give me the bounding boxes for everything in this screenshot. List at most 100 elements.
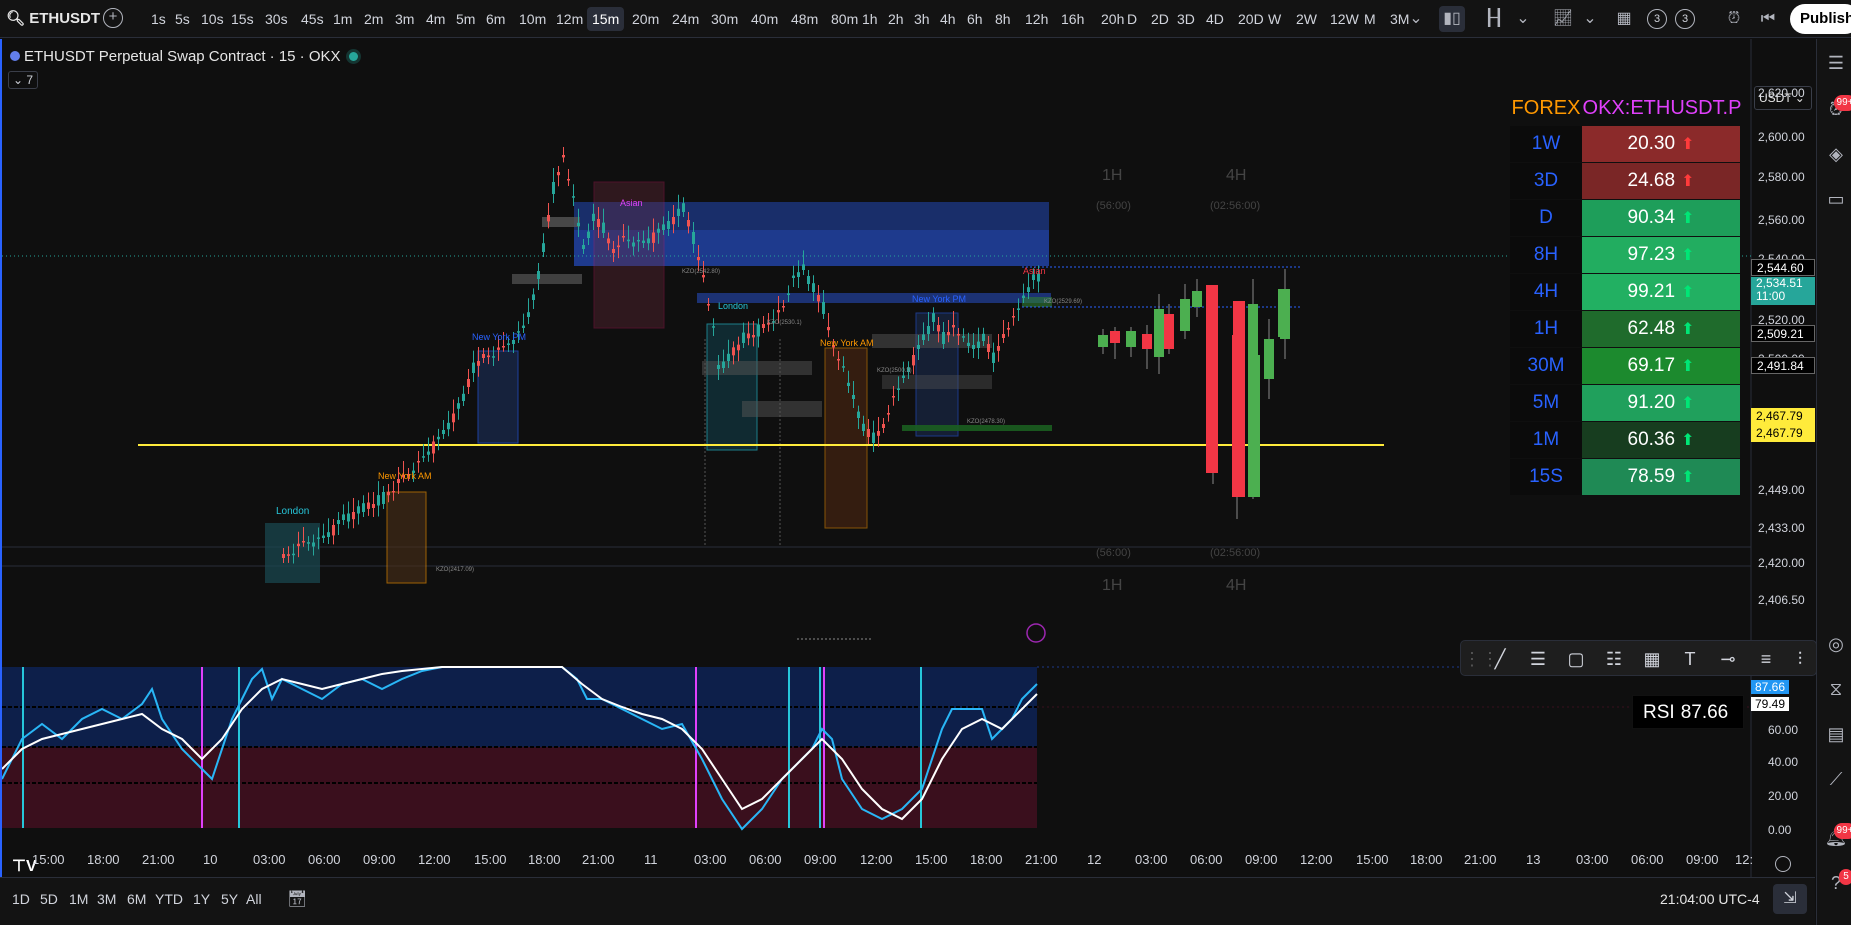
interval-5m[interactable]: 5m: [451, 7, 480, 31]
interval-1h[interactable]: 1h: [857, 7, 883, 31]
indicators-dropdown-icon[interactable]: ⌄: [1577, 6, 1603, 32]
interval-W[interactable]: W: [1263, 7, 1286, 31]
interval-2m[interactable]: 2m: [359, 7, 388, 31]
interval-2W[interactable]: 2W: [1291, 7, 1322, 31]
interval-12W[interactable]: 12W: [1325, 7, 1364, 31]
screener-icon[interactable]: ⧖: [1824, 679, 1848, 703]
replay-icon[interactable]: ⏮: [1755, 6, 1781, 32]
htf-candle-body: [1192, 291, 1202, 307]
alert-clock-icon[interactable]: ⏰︎: [1721, 6, 1747, 32]
tf-row: 1H 62.48 ⬆: [1510, 311, 1742, 347]
interval-8h[interactable]: 8h: [990, 7, 1016, 31]
indicators-icon[interactable]: 📈︎: [1550, 6, 1576, 32]
interval-2D[interactable]: 2D: [1146, 7, 1174, 31]
interval-12h[interactable]: 12h: [1020, 7, 1053, 31]
interval-4m[interactable]: 4m: [421, 7, 450, 31]
tf-value: 20.30: [1627, 133, 1676, 154]
interval-15s[interactable]: 15s: [226, 7, 259, 31]
rsi-tick: 79.49: [1751, 697, 1790, 711]
rectangle-icon[interactable]: ▢: [1563, 646, 1589, 672]
interval-6h[interactable]: 6h: [962, 7, 988, 31]
interval-12m[interactable]: 12m: [551, 7, 588, 31]
chat-icon[interactable]: ▭: [1824, 189, 1848, 213]
interval-dropdown-icon[interactable]: ⌄: [1403, 6, 1429, 32]
collapse-panel-icon[interactable]: ⇲: [1773, 884, 1807, 914]
channel-icon[interactable]: ☷: [1601, 646, 1627, 672]
interval-3h[interactable]: 3h: [909, 7, 935, 31]
publish-button[interactable]: Publish: [1790, 4, 1851, 34]
bar-style-icon[interactable]: ┠┨: [1481, 6, 1507, 32]
interval-3m[interactable]: 3m: [390, 7, 419, 31]
layers-icon[interactable]: ◈: [1824, 144, 1848, 168]
interval-10s[interactable]: 10s: [196, 7, 229, 31]
axis-settings-icon[interactable]: [1775, 856, 1791, 872]
interval-1m[interactable]: 1m: [328, 7, 357, 31]
settings-sliders-icon[interactable]: ⫶: [1787, 646, 1813, 672]
interval-30s[interactable]: 30s: [260, 7, 293, 31]
range-YTD[interactable]: YTD: [155, 891, 183, 907]
indicator-collapse-button[interactable]: ⌄ 7: [8, 71, 38, 89]
time-tick: 11: [644, 852, 658, 867]
range-1Y[interactable]: 1Y: [193, 891, 210, 907]
interval-6m[interactable]: 6m: [481, 7, 510, 31]
interval-4h[interactable]: 4h: [935, 7, 961, 31]
layout-badge-1[interactable]: 3: [1647, 9, 1667, 29]
layout-grid-icon[interactable]: ▦: [1611, 6, 1637, 32]
range-6M[interactable]: 6M: [127, 891, 146, 907]
candle-body: [287, 554, 290, 556]
interval-48m[interactable]: 48m: [786, 7, 823, 31]
interval-45s[interactable]: 45s: [296, 7, 329, 31]
candle-body: [282, 554, 285, 558]
range-1D[interactable]: 1D: [12, 891, 30, 907]
interval-15m[interactable]: 15m: [587, 7, 625, 31]
candle-body: [657, 228, 660, 233]
text-icon[interactable]: T: [1677, 646, 1703, 672]
range-3M[interactable]: 3M: [97, 891, 116, 907]
interval-40m[interactable]: 40m: [746, 7, 783, 31]
chart-type-dropdown-icon[interactable]: ⌄: [1510, 6, 1536, 32]
candle-body: [737, 344, 740, 351]
time-tick: 15:00: [915, 852, 948, 867]
lines-icon[interactable]: ≡: [1753, 646, 1779, 672]
watchlist-icon[interactable]: ☰: [1824, 53, 1848, 77]
interval-D[interactable]: D: [1122, 7, 1142, 31]
layout-badge-2[interactable]: 3: [1675, 9, 1695, 29]
rsi-value-box: RSI 87.66: [1632, 695, 1744, 729]
candle-body: [487, 355, 490, 358]
trend-line-icon[interactable]: ╱: [1487, 646, 1513, 672]
ideas-icon[interactable]: ◎: [1824, 634, 1848, 658]
candle-body: [602, 222, 605, 233]
interval-2h[interactable]: 2h: [883, 7, 909, 31]
grid-icon[interactable]: ▦: [1639, 646, 1665, 672]
range-1M[interactable]: 1M: [69, 891, 88, 907]
candle-body: [492, 356, 495, 358]
interval-16h[interactable]: 16h: [1056, 7, 1089, 31]
interval-24m[interactable]: 24m: [667, 7, 704, 31]
tf-table-header: FOREX OKX:ETHUSDT.P: [1510, 91, 1742, 125]
chart-pane[interactable]: Asian London New York AM New York PM London N…: [0, 39, 1817, 885]
range-5Y[interactable]: 5Y: [221, 891, 238, 907]
interval-3D[interactable]: 3D: [1172, 7, 1200, 31]
candle-body: [642, 240, 645, 243]
pine-icon[interactable]: ⟋: [1824, 769, 1848, 793]
calendar-icon[interactable]: 📅︎: [287, 889, 307, 909]
symbol-search[interactable]: 🔍︎ ETHUSDT: [6, 9, 100, 27]
drag-handle-icon[interactable]: ⋮⋮: [1463, 646, 1499, 672]
range-All[interactable]: All: [246, 891, 262, 907]
interval-4D[interactable]: 4D: [1201, 7, 1229, 31]
interval-20m[interactable]: 20m: [627, 7, 664, 31]
interval-M[interactable]: M: [1359, 7, 1381, 31]
interval-1s[interactable]: 1s: [146, 7, 171, 31]
candle-body: [427, 451, 430, 455]
interval-5s[interactable]: 5s: [170, 7, 195, 31]
interval-30m[interactable]: 30m: [706, 7, 743, 31]
tf-value: 60.36: [1627, 429, 1676, 450]
measure-icon[interactable]: ⊸: [1715, 646, 1741, 672]
candles-icon[interactable]: ▮▯: [1439, 6, 1465, 32]
compare-add-icon[interactable]: +: [103, 8, 123, 28]
interval-10m[interactable]: 10m: [514, 7, 551, 31]
timezone-clock[interactable]: 21:04:00 UTC-4: [1660, 891, 1760, 907]
range-5D[interactable]: 5D: [40, 891, 58, 907]
fib-icon[interactable]: ☰: [1525, 646, 1551, 672]
calculator-icon[interactable]: ▤: [1824, 724, 1848, 748]
